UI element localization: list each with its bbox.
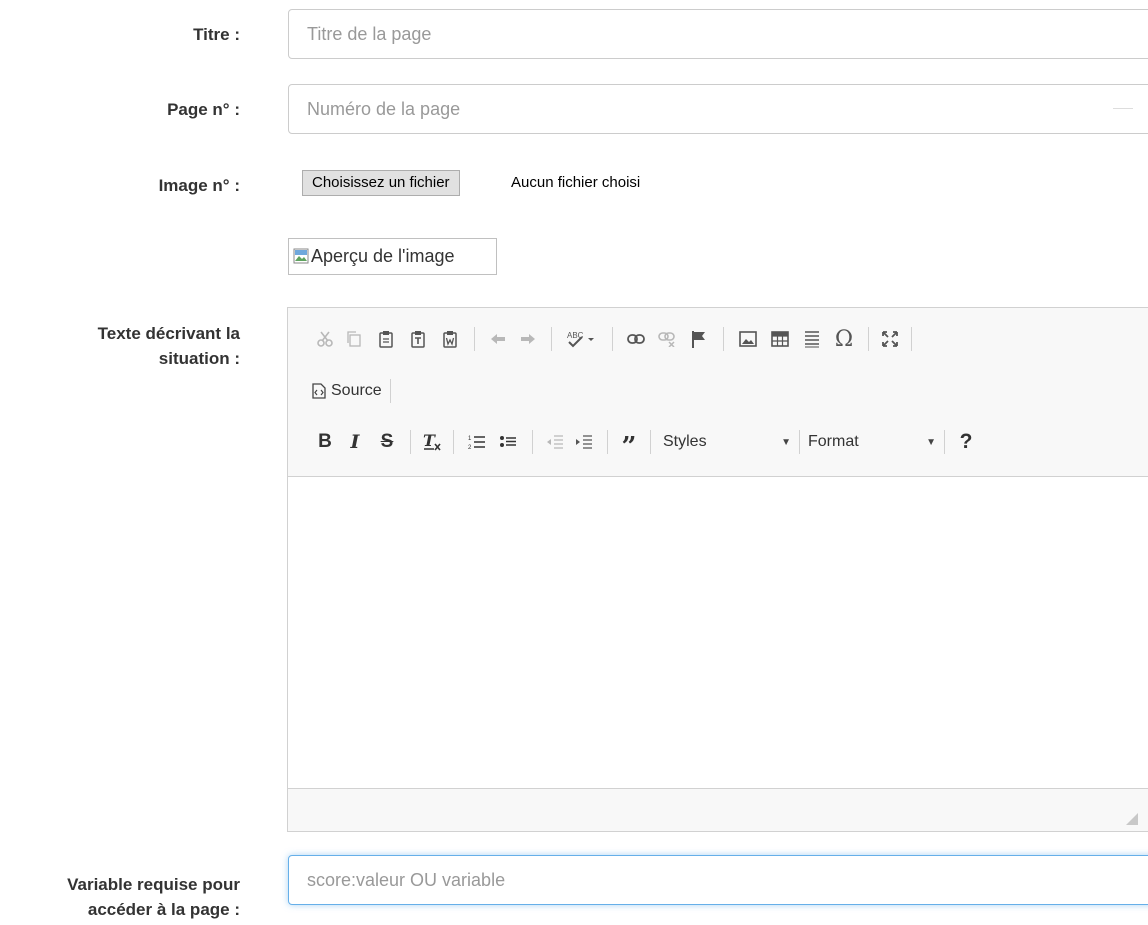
- help-icon[interactable]: ?: [953, 428, 979, 456]
- toolbar-separator: [474, 327, 475, 351]
- required-variable-label: Variable requise pour accéder à la page …: [67, 872, 240, 922]
- page-number-spinner[interactable]: [1113, 96, 1133, 122]
- toolbar-separator: [612, 327, 613, 351]
- toolbar-separator: [868, 327, 869, 351]
- required-variable-input[interactable]: [288, 855, 1148, 905]
- editor-content-area[interactable]: [288, 477, 1148, 789]
- description-label-line2: situation :: [158, 349, 240, 368]
- choose-file-button[interactable]: Choisissez un fichier: [302, 170, 460, 196]
- toolbar-separator: [410, 430, 411, 454]
- editor-toolbar: ABC Ω Source B I S T 1 2 ” Styles ▼ Form…: [288, 308, 1148, 477]
- file-status-text: Aucun fichier choisi: [511, 174, 641, 191]
- format-arrow-icon: ▼: [926, 436, 936, 448]
- indent-icon[interactable]: [569, 428, 599, 456]
- outdent-icon[interactable]: [541, 428, 569, 456]
- description-label-line1: Texte décrivant la: [97, 324, 240, 343]
- rich-text-editor: ABC Ω Source B I S T 1 2 ” Styles ▼ Form…: [287, 307, 1148, 832]
- format-dropdown[interactable]: Format ▼: [808, 428, 936, 456]
- bold-icon[interactable]: B: [312, 428, 338, 456]
- link-icon[interactable]: [621, 325, 651, 353]
- toolbar-row-3: B I S T 12 ” Styles ▼ Format ▼ ?: [312, 423, 979, 461]
- redo-icon[interactable]: [513, 325, 543, 353]
- toolbar-separator: [723, 327, 724, 351]
- svg-text:T: T: [423, 432, 436, 450]
- toolbar-separator: [911, 327, 912, 351]
- blockquote-icon[interactable]: ”: [616, 423, 642, 461]
- strike-icon[interactable]: S: [372, 428, 402, 456]
- resize-grip-icon[interactable]: [1126, 813, 1138, 825]
- toolbar-separator: [389, 379, 391, 403]
- remove-format-icon[interactable]: T: [419, 428, 445, 456]
- toolbar-separator: [607, 430, 608, 454]
- source-button[interactable]: Source: [312, 377, 382, 405]
- cut-icon[interactable]: [312, 325, 338, 353]
- toolbar-separator: [799, 430, 800, 454]
- image-icon[interactable]: [732, 325, 764, 353]
- numbered-list-icon[interactable]: 12: [462, 428, 492, 456]
- svg-text:2: 2: [468, 445, 472, 451]
- format-label: Format: [808, 433, 859, 450]
- page-number-label: Page n° :: [167, 100, 240, 119]
- paste-text-icon[interactable]: [402, 325, 434, 353]
- toolbar-separator: [532, 430, 533, 454]
- toolbar-row-2: Source: [312, 374, 399, 408]
- image-preview: Aperçu de l'image: [288, 238, 497, 275]
- anchor-icon[interactable]: [683, 325, 715, 353]
- required-variable-label-line2: accéder à la page :: [87, 900, 240, 919]
- page-number-input[interactable]: [288, 84, 1148, 134]
- toolbar-separator: [944, 430, 945, 454]
- paste-icon[interactable]: [370, 325, 402, 353]
- bulleted-list-icon[interactable]: [492, 428, 524, 456]
- maximize-icon[interactable]: [877, 325, 903, 353]
- image-preview-alt: Aperçu de l'image: [311, 246, 455, 266]
- broken-image-icon: [293, 248, 309, 264]
- styles-dropdown[interactable]: Styles ▼: [659, 428, 791, 456]
- spellcheck-icon[interactable]: ABC: [560, 325, 604, 353]
- unlink-icon[interactable]: [651, 325, 683, 353]
- title-input[interactable]: [288, 9, 1148, 59]
- horizontal-line-icon[interactable]: [796, 325, 828, 353]
- toolbar-separator: [551, 327, 552, 351]
- copy-icon[interactable]: [338, 325, 370, 353]
- styles-label: Styles: [663, 433, 707, 450]
- source-label: Source: [331, 382, 382, 399]
- required-variable-label-line1: Variable requise pour: [67, 875, 240, 894]
- table-icon[interactable]: [764, 325, 796, 353]
- title-label: Titre :: [193, 25, 240, 44]
- svg-text:1: 1: [468, 436, 472, 442]
- image-label: Image n° :: [158, 176, 240, 195]
- toolbar-separator: [650, 430, 651, 454]
- special-char-icon[interactable]: Ω: [828, 325, 860, 353]
- styles-arrow-icon: ▼: [781, 436, 791, 448]
- source-icon: [312, 383, 326, 399]
- toolbar-separator: [453, 430, 454, 454]
- toolbar-row-1: ABC Ω: [312, 322, 920, 356]
- description-label: Texte décrivant la situation :: [98, 321, 240, 371]
- editor-status-bar: [288, 788, 1148, 831]
- undo-icon[interactable]: [483, 325, 513, 353]
- paste-word-icon[interactable]: [434, 325, 466, 353]
- italic-icon[interactable]: I: [338, 428, 372, 456]
